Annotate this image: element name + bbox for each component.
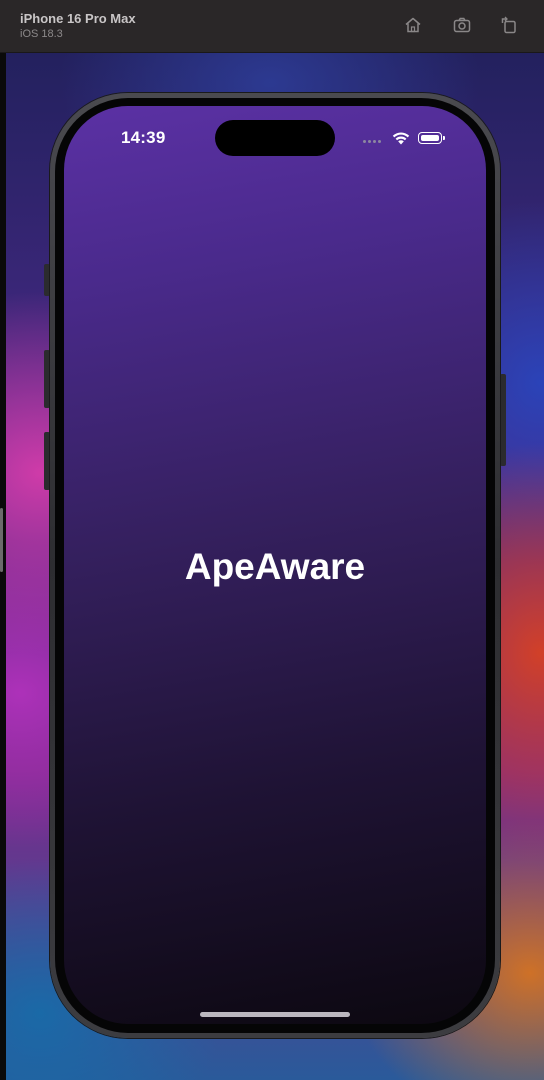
resize-handle[interactable] [0,508,3,572]
battery-icon [418,132,445,144]
cellular-dots-icon [363,140,381,143]
home-indicator[interactable] [200,1012,350,1017]
app-title: ApeAware [184,546,366,587]
home-icon [405,17,421,33]
home-button[interactable] [402,14,424,36]
os-version: iOS 18.3 [20,28,63,40]
simulator-toolbar: iPhone 16 Pro Max iOS 18.3 [0,0,544,53]
status-time: 14:39 [121,128,166,147]
screenshot-icon [453,17,471,33]
rotate-icon [501,16,516,34]
wifi-icon [392,132,410,145]
phone-screen[interactable]: 14:39 ApeAware [64,106,486,1024]
rotate-button[interactable] [498,14,520,36]
device-name: iPhone 16 Pro Max [20,11,136,26]
dynamic-island [215,120,335,156]
power-button[interactable] [500,374,506,466]
screenshot-button[interactable] [451,14,473,36]
